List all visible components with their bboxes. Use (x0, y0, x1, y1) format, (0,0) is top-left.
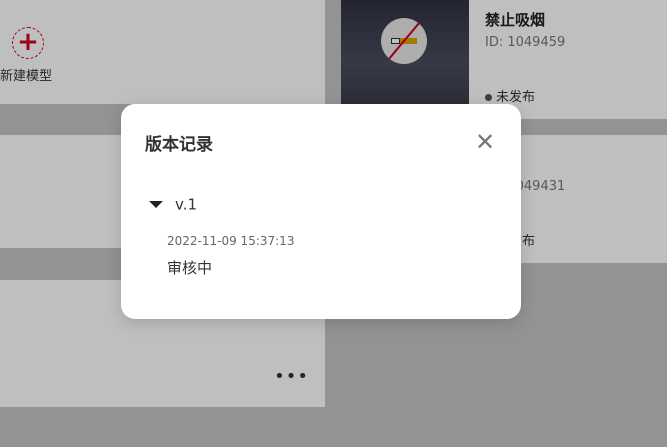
version-toggle[interactable]: v.1 (149, 194, 197, 214)
version-label: v.1 (175, 195, 198, 214)
dialog-title: 版本记录 (145, 135, 213, 155)
record-status: 审核中 (167, 259, 213, 277)
version-history-dialog: 版本记录 ✕ v.1 2022-11-09 15:37:13 审核中 (121, 104, 521, 319)
close-icon[interactable]: ✕ (471, 128, 499, 156)
record-timestamp: 2022-11-09 15:37:13 (167, 234, 295, 248)
caret-down-icon[interactable] (149, 201, 163, 208)
